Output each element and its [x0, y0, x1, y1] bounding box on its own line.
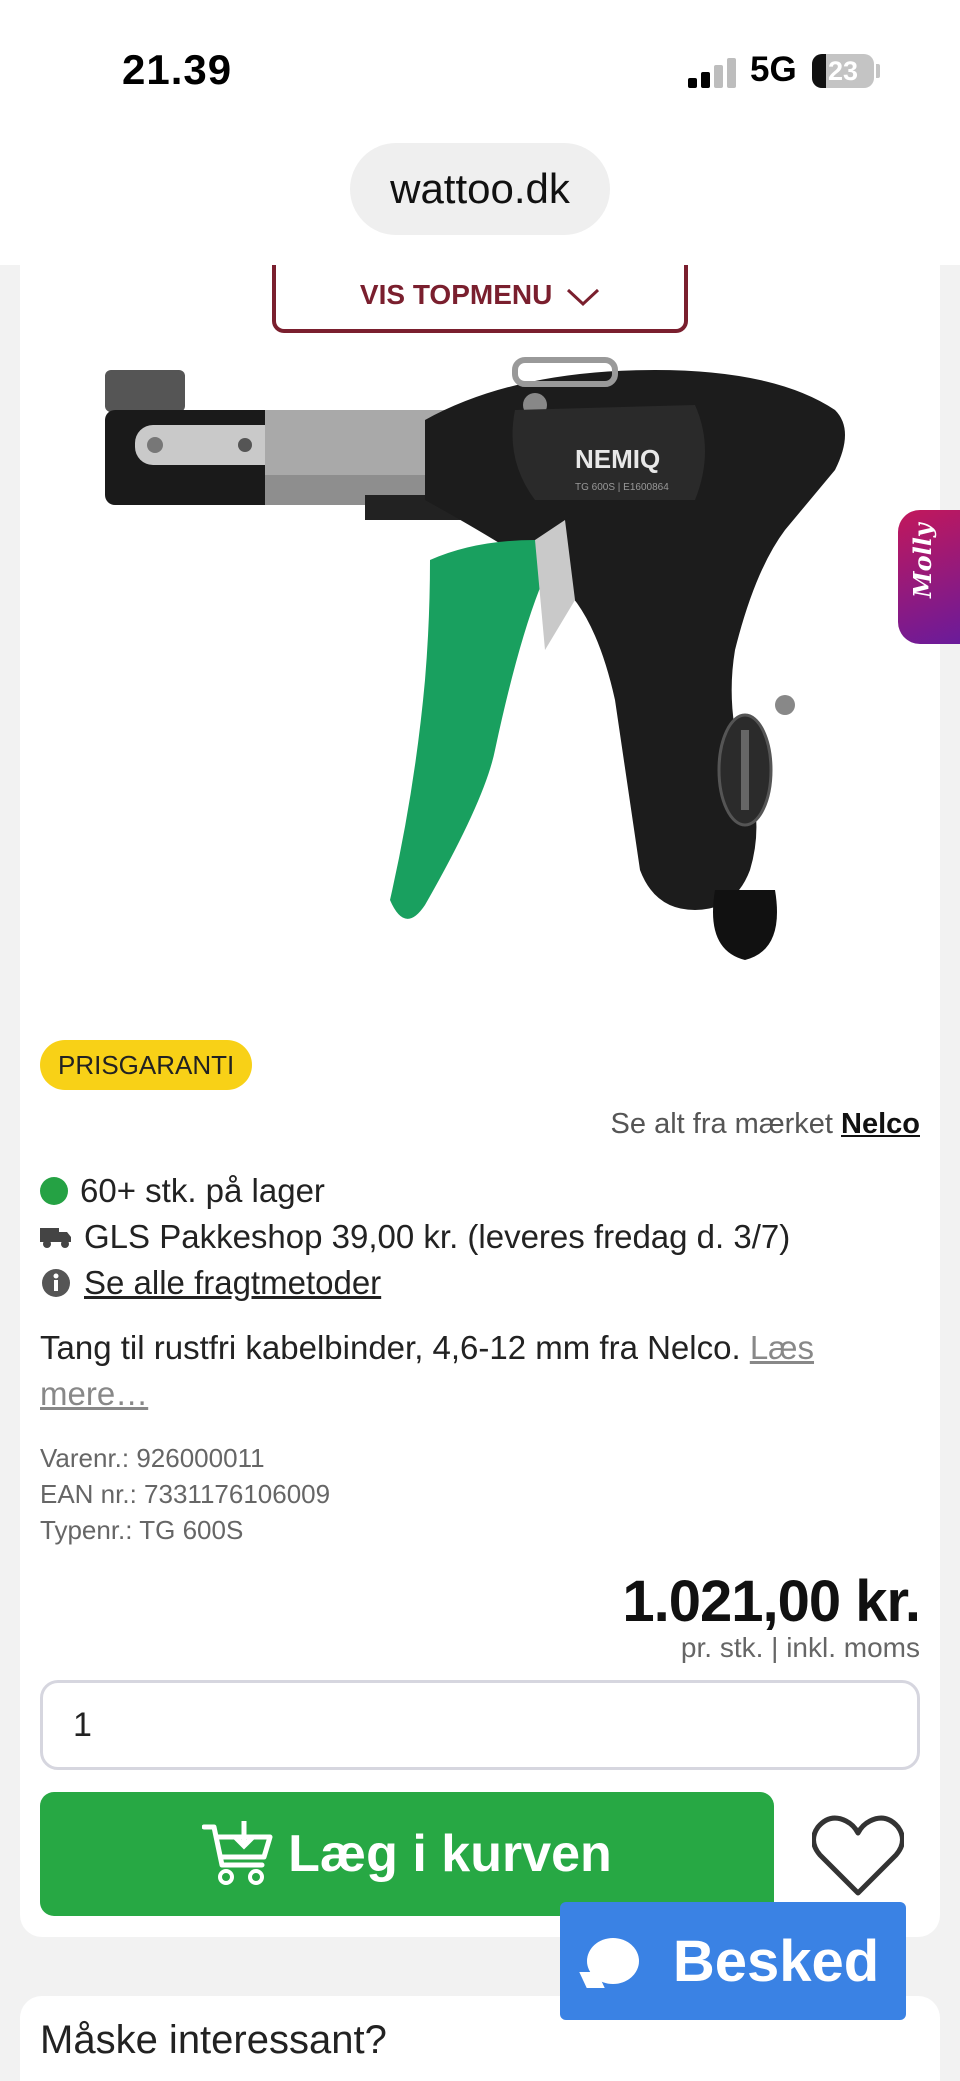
recommendations-title: Måske interessant? — [40, 2018, 387, 2062]
brand-line: Se alt fra mærket Nelco — [611, 1108, 920, 1141]
chat-bubble-icon — [586, 1938, 639, 1984]
shipping-methods-link[interactable]: Se alle fragtmetoder — [84, 1264, 381, 1302]
chevron-down-icon — [567, 288, 600, 306]
item-number: Varenr.: 926000011 — [40, 1443, 265, 1473]
url-bar[interactable]: wattoo.dk — [350, 143, 610, 235]
add-to-cart-label: Læg i kurven — [288, 1825, 612, 1883]
heart-icon[interactable] — [812, 1815, 904, 1897]
battery-tip — [876, 64, 880, 78]
type-number: Typenr.: TG 600S — [40, 1515, 244, 1545]
quantity-input[interactable]: 1 — [40, 1680, 920, 1770]
stock-row: 60+ stk. på lager — [40, 1172, 325, 1210]
chat-button[interactable]: Besked — [560, 1902, 906, 2020]
brand-prefix: Se alt fra mærket — [610, 1108, 833, 1140]
signal-icon — [688, 56, 738, 88]
description-text: Tang til rustfri kabelbinder, 4,6-12 mm … — [40, 1329, 741, 1366]
in-stock-icon — [40, 1177, 68, 1205]
price-guarantee-badge: PRISGARANTI — [40, 1040, 253, 1090]
topmenu-label: VIS TOPMENU — [359, 279, 553, 310]
product-description: Tang til rustfri kabelbinder, 4,6-12 mm … — [40, 1325, 900, 1417]
molly-widget[interactable]: Molly — [898, 510, 960, 644]
battery-level: 23 — [827, 56, 859, 86]
price-note: pr. stk. | inkl. moms — [680, 1632, 920, 1663]
info-icon — [40, 1268, 72, 1298]
product-image[interactable]: NEMIQ TG 600S | E1600864 — [95, 350, 865, 970]
shipping-text: GLS Pakkeshop 39,00 kr. (leveres fredag … — [84, 1218, 791, 1255]
show-topmenu-button[interactable]: VIS TOPMENU — [272, 265, 688, 333]
price: 1.021,00 kr. — [622, 1569, 921, 1634]
network-type: 5G — [750, 50, 797, 89]
product-meta: Varenr.: 926000011 EAN nr.: 733117610600… — [40, 1440, 330, 1548]
add-to-cart-button[interactable]: Læg i kurven — [40, 1792, 774, 1916]
image-model-text: TG 600S | E1600864 — [575, 482, 669, 493]
truck-icon — [40, 1225, 72, 1249]
status-time: 21.39 — [122, 46, 233, 93]
image-brand-text: NEMIQ — [575, 444, 660, 474]
shipping-row: GLS Pakkeshop 39,00 kr. (leveres fredag … — [40, 1218, 790, 1256]
cart-icon — [202, 1821, 273, 1885]
ean-number: EAN nr.: 7331176106009 — [40, 1479, 331, 1509]
top-bar: 21.39 5G 23 wattoo.dk — [0, 0, 960, 265]
stock-text: 60+ stk. på lager — [80, 1172, 325, 1209]
molly-label: Molly — [908, 523, 937, 598]
battery-icon: 23 — [812, 54, 874, 88]
chat-label: Besked — [672, 1928, 880, 1994]
shipping-methods-row: Se alle fragtmetoder — [40, 1264, 381, 1302]
brand-link[interactable]: Nelco — [841, 1108, 920, 1140]
